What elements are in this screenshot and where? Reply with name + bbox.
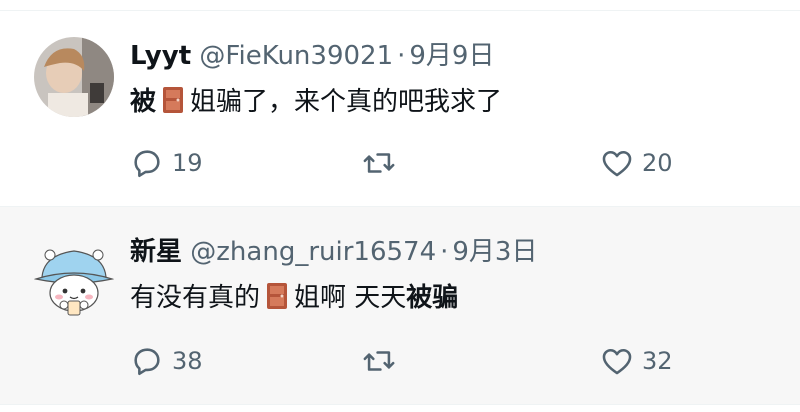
avatar[interactable]: [34, 237, 114, 317]
bold-text: 被骗: [406, 283, 459, 313]
like-button[interactable]: 20: [600, 146, 673, 180]
tweet-text: 有没有真的 姐啊 天天被骗: [130, 281, 458, 315]
body-text: 姐骗了，来个真的吧我求了: [190, 87, 503, 117]
tweet-text: 被 姐骗了，来个真的吧我求了: [130, 85, 502, 119]
reply-icon: [134, 348, 160, 376]
tweet-actions: 38 32: [130, 344, 690, 384]
body-text: 有没有真的: [130, 283, 261, 313]
retweet-icon: [363, 153, 395, 173]
tweet-card[interactable]: 新星 @zhang_ruir16574 · 9月3日 有没有真的 姐啊 天天被骗 38…: [0, 207, 800, 405]
like-button[interactable]: 32: [600, 344, 673, 378]
door-emoji-icon: [163, 87, 184, 113]
door-emoji-icon: [267, 283, 288, 309]
tweet-actions: 19 20: [130, 146, 690, 186]
like-count: 20: [642, 149, 673, 177]
bold-text: 被: [130, 87, 157, 117]
retweet-button[interactable]: [362, 146, 404, 180]
separator-dot: ·: [397, 41, 406, 71]
avatar[interactable]: [34, 37, 114, 117]
display-name[interactable]: 新星: [130, 237, 182, 267]
tweet-date[interactable]: 9月3日: [452, 237, 537, 267]
tweet-header: Lyyt @FieKun39021 · 9月9日: [130, 41, 494, 71]
heart-icon: [602, 150, 632, 177]
heart-icon: [602, 348, 632, 375]
reply-count: 19: [172, 149, 203, 177]
body-text: 姐啊 天天: [294, 283, 407, 313]
user-handle[interactable]: @zhang_ruir16574: [190, 237, 436, 267]
retweet-icon: [363, 351, 395, 371]
retweet-button[interactable]: [362, 344, 404, 378]
like-count: 32: [642, 347, 673, 375]
user-handle[interactable]: @FieKun39021: [199, 41, 393, 71]
reply-button[interactable]: 38: [130, 344, 203, 378]
tweet-header: 新星 @zhang_ruir16574 · 9月3日: [130, 237, 537, 267]
reply-icon: [134, 150, 160, 178]
tweet-card[interactable]: Lyyt @FieKun39021 · 9月9日 被 姐骗了，来个真的吧我求了 19 …: [0, 11, 800, 207]
tweet-date[interactable]: 9月9日: [409, 41, 494, 71]
reply-button[interactable]: 19: [130, 146, 203, 180]
reply-count: 38: [172, 347, 203, 375]
separator-dot: ·: [440, 237, 449, 267]
display-name[interactable]: Lyyt: [130, 41, 191, 71]
